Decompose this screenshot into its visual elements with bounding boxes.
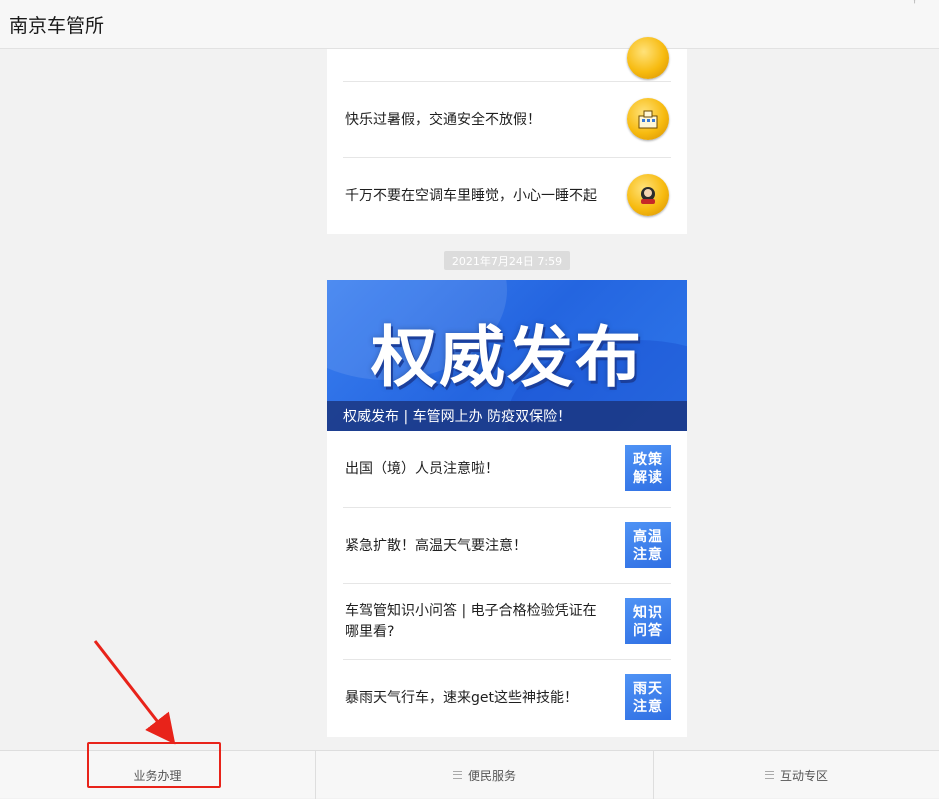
article-thumbnail: 知识问答	[625, 598, 671, 644]
tile-text: 政策解读	[633, 451, 663, 486]
tile-label: 高温注意	[625, 522, 671, 568]
menu-icon	[764, 771, 774, 779]
pin-icon[interactable]: ⚲	[911, 0, 923, 6]
tile-text: 雨天注意	[633, 680, 663, 715]
article-title: 紧急扩散！高温天气要注意！	[345, 537, 527, 554]
article-title: 出国（境）人员注意啦！	[345, 460, 499, 477]
list-item-partial[interactable]	[343, 37, 671, 81]
list-item[interactable]: 暴雨天气行车，速来get这些神技能！ 雨天注意	[343, 659, 671, 735]
tile-label: 雨天注意	[625, 674, 671, 720]
article-card: 权威发布 权威发布 | 车管网上办 防疫双保险！ 出国（境）人员注意啦！ 政策解…	[327, 280, 687, 737]
article-thumbnail	[625, 96, 671, 142]
article-thumbnail: 雨天注意	[625, 674, 671, 720]
list-item[interactable]: 紧急扩散！高温天气要注意！ 高温注意	[343, 507, 671, 583]
article-card: 快乐过暑假，交通安全不放假！ 千万不要在空调车里睡觉，小心一睡不起	[327, 37, 687, 234]
coin-icon	[627, 37, 669, 79]
message-timestamp: 2021年7月24日 7:59	[444, 251, 570, 270]
article-thumbnail	[625, 172, 671, 218]
coin-thumbnail	[625, 35, 671, 81]
tab-interaction[interactable]: 互动专区	[654, 751, 939, 799]
tile-text: 高温注意	[633, 528, 663, 563]
list-item[interactable]: 出国（境）人员注意啦！ 政策解读	[343, 431, 671, 507]
list-item[interactable]: 快乐过暑假，交通安全不放假！	[343, 81, 671, 157]
article-title: 千万不要在空调车里睡觉，小心一睡不起	[345, 187, 597, 204]
banner-title: 权威发布	[371, 319, 643, 396]
article-thumbnail: 政策解读	[625, 445, 671, 491]
tile-label: 知识问答	[625, 598, 671, 644]
article-title: 暴雨天气行车，速来get这些神技能！	[345, 689, 578, 706]
list-item[interactable]: 千万不要在空调车里睡觉，小心一睡不起	[343, 157, 671, 233]
tile-text: 知识问答	[633, 604, 663, 639]
annotation-highlight-box	[87, 742, 221, 788]
title-bar: 南京车管所 ⚲	[0, 0, 939, 49]
article-title: 车驾管知识小问答 | 电子合格检验凭证在哪里看?	[345, 603, 597, 640]
tile-label: 政策解读	[625, 445, 671, 491]
tab-services[interactable]: 便民服务	[316, 751, 654, 799]
article-title: 快乐过暑假，交通安全不放假！	[345, 111, 541, 128]
car-coin-icon	[627, 174, 669, 216]
building-coin-icon	[627, 98, 669, 140]
window-title: 南京车管所	[9, 15, 105, 37]
list-item[interactable]: 车驾管知识小问答 | 电子合格检验凭证在哪里看? 知识问答	[343, 583, 671, 659]
tab-label: 互动专区	[779, 768, 828, 783]
banner-caption: 权威发布 | 车管网上办 防疫双保险！	[327, 401, 687, 431]
article-thumbnail: 高温注意	[625, 522, 671, 568]
tab-label: 便民服务	[467, 768, 516, 783]
menu-icon	[452, 771, 462, 779]
arrow-line	[93, 640, 176, 745]
cover-banner[interactable]: 权威发布 权威发布 | 车管网上办 防疫双保险！	[327, 280, 687, 431]
